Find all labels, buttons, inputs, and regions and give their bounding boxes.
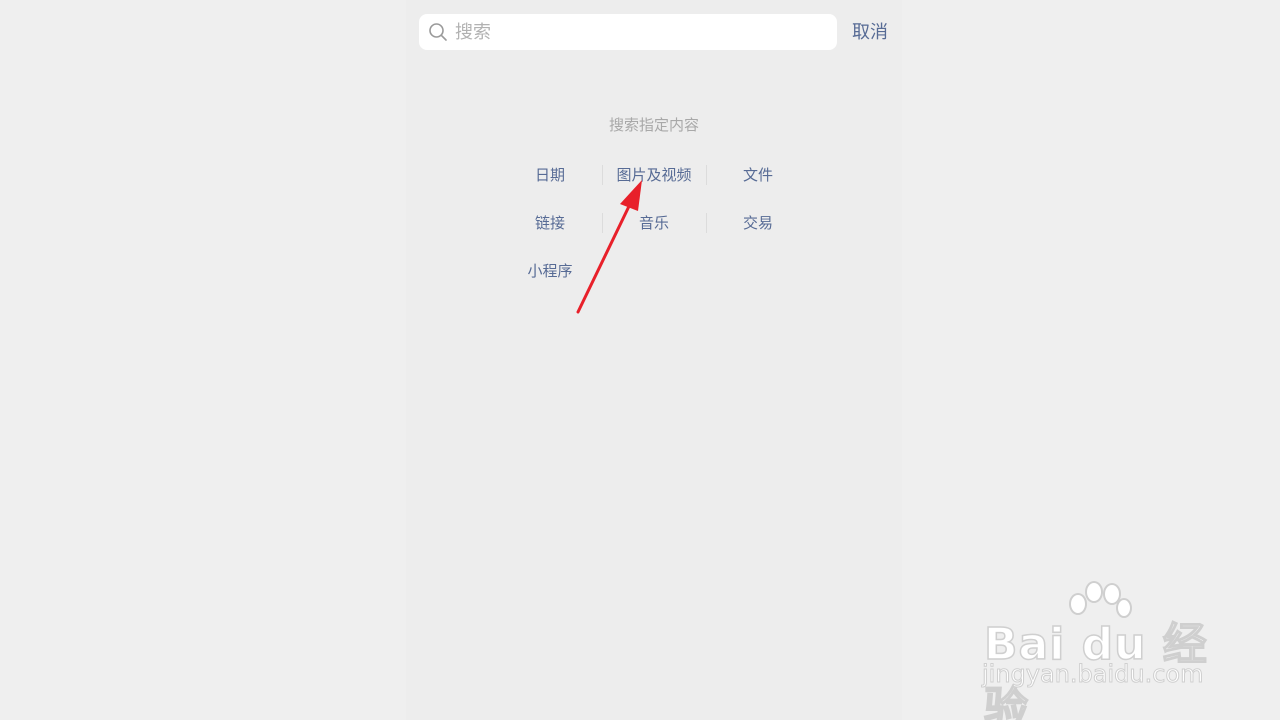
search-icon [429,23,447,41]
category-mini-programs[interactable]: 小程序 [498,260,602,282]
watermark: Bai du 经验 jingyan.baidu.com [980,580,1220,720]
category-music[interactable]: 音乐 [602,212,706,234]
category-transactions[interactable]: 交易 [706,212,810,234]
category-photos-videos[interactable]: 图片及视频 [602,164,706,186]
search-input[interactable] [455,14,825,50]
category-links[interactable]: 链接 [498,212,602,234]
watermark-url: jingyan.baidu.com [981,660,1204,689]
search-bar[interactable] [419,14,837,50]
screen: 取消 搜索指定内容 日期 图片及视频 文件 链接 音乐 交易 小程序 Bai d… [0,0,1280,720]
section-title: 搜索指定内容 [608,116,699,134]
search-page: 取消 搜索指定内容 日期 图片及视频 文件 链接 音乐 交易 小程序 [406,0,902,720]
category-files[interactable]: 文件 [706,164,810,186]
cancel-button[interactable]: 取消 [848,20,892,46]
category-date[interactable]: 日期 [498,164,602,186]
